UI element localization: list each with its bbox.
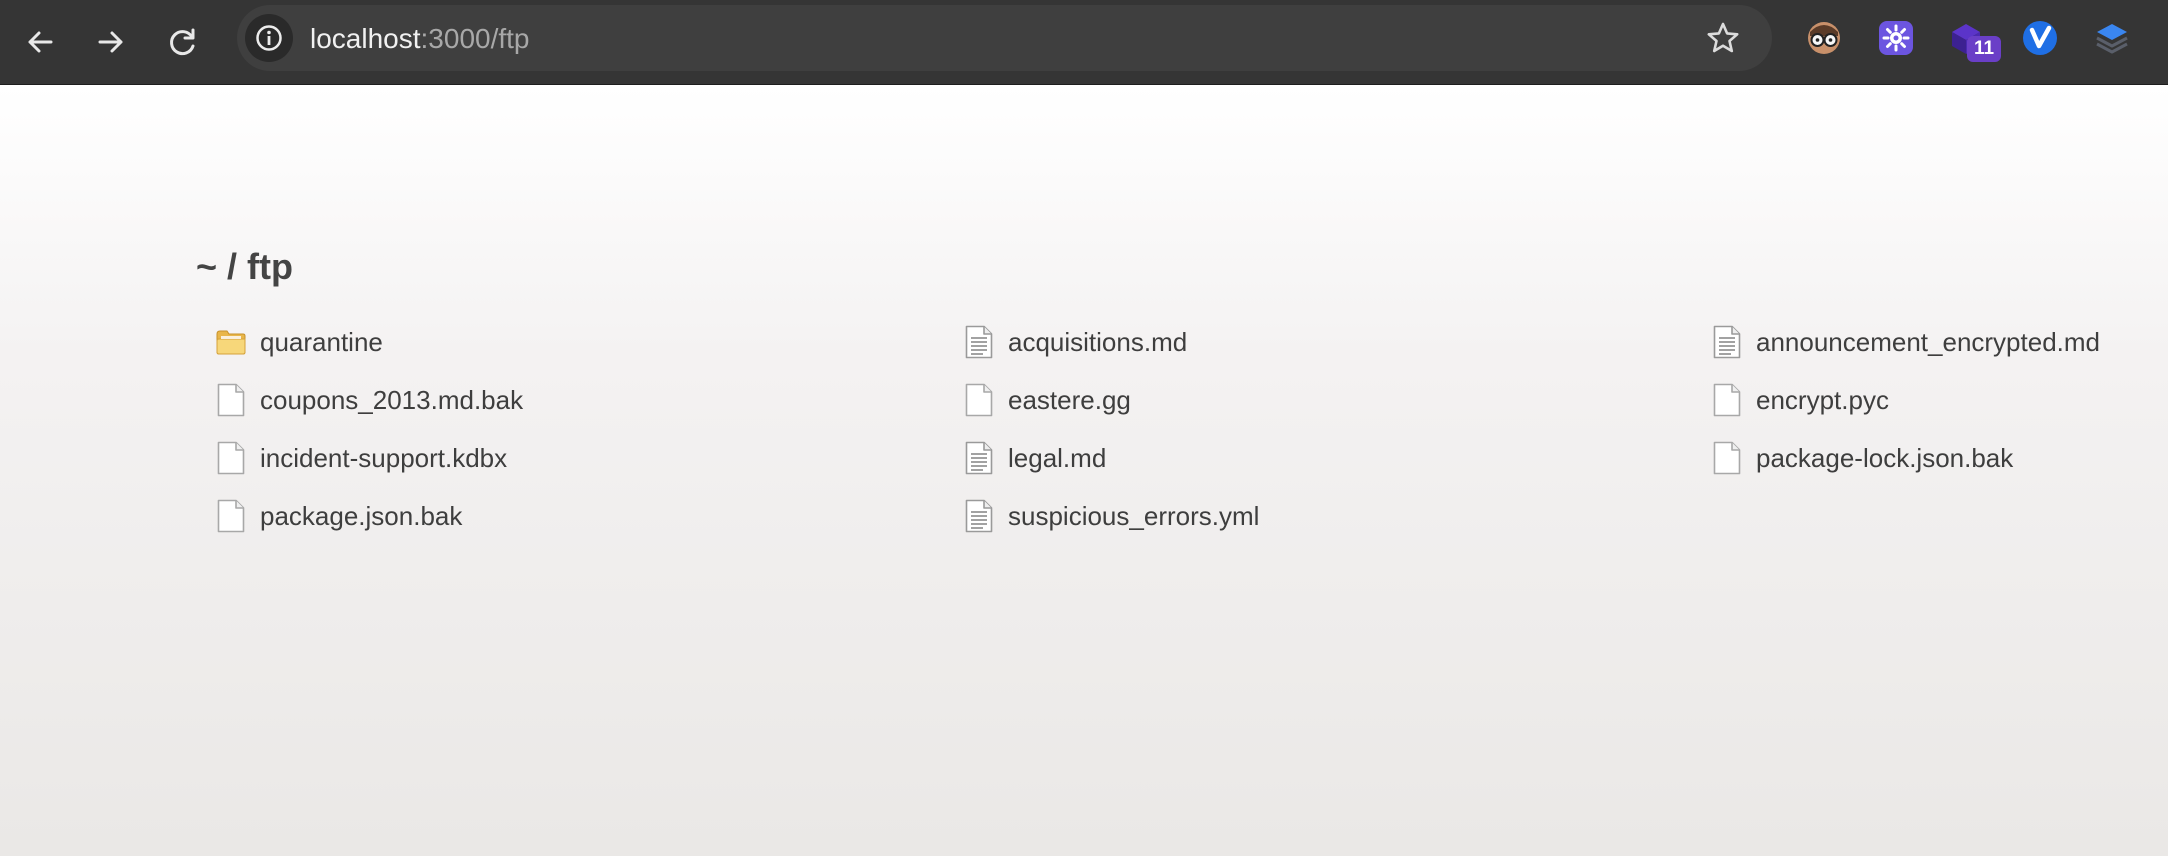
file-name: package.json.bak [260,501,463,531]
file-link[interactable]: coupons_2013.md.bak [216,371,523,429]
file-link[interactable]: legal.md [964,429,1259,487]
bookmark-star-icon[interactable] [1706,21,1740,55]
url-text[interactable]: localhost:3000/ftp [310,23,530,55]
address-bar[interactable]: localhost:3000/ftp [237,5,1772,71]
breadcrumb: ~ / ftp [196,246,293,287]
file-column-1: quarantine coupons_2013.md.bak incident-su… [216,313,523,545]
url-path: :3000/ftp [420,23,530,54]
file-name: coupons_2013.md.bak [260,385,524,415]
text-file-icon [1712,325,1742,359]
v-check-extension-icon[interactable] [2020,18,2060,58]
file-link[interactable]: package.json.bak [216,487,523,545]
info-icon [256,25,282,51]
file-name: package-lock.json.bak [1756,443,2014,473]
file-link[interactable]: announcement_encrypted.md [1712,313,2100,371]
file-column-3: announcement_encrypted.md encrypt.pyc pack… [1712,313,2100,487]
file-name: encrypt.pyc [1756,385,1889,415]
file-column-2: acquisitions.md eastere.gg legal.md suspici… [964,313,1259,545]
back-button[interactable] [14,16,66,68]
file-icon [216,383,246,417]
reload-icon [170,28,195,56]
extension-badge: 11 [1967,36,2001,62]
file-icon [1712,441,1742,475]
reading-glasses-avatar-icon[interactable] [1804,18,1844,58]
file-name: acquisitions.md [1008,327,1188,357]
file-link[interactable]: acquisitions.md [964,313,1259,371]
file-icon [1712,383,1742,417]
file-name: announcement_encrypted.md [1756,327,2101,357]
page-content: ~ / ftp quarantine coupons_2013.md.bakinc… [0,85,2168,856]
file-name: quarantine [260,327,383,357]
arrow-left-icon [28,31,53,53]
text-file-icon [964,441,994,475]
file-icon [964,383,994,417]
text-file-icon [964,499,994,533]
reload-button[interactable] [157,16,209,68]
folder-link[interactable]: quarantine [216,313,523,371]
layers-extension-icon[interactable] [2092,18,2132,58]
file-link[interactable]: encrypt.pyc [1712,371,2100,429]
file-link[interactable]: package-lock.json.bak [1712,429,2100,487]
file-name: legal.md [1008,443,1107,473]
arrow-right-icon [98,31,123,53]
file-name: incident-support.kdbx [260,443,508,473]
file-link[interactable]: incident-support.kdbx [216,429,523,487]
file-link[interactable]: eastere.gg [964,371,1259,429]
site-info-button[interactable] [245,14,293,62]
file-name: suspicious_errors.yml [1008,501,1260,531]
file-link[interactable]: suspicious_errors.yml [964,487,1259,545]
file-name: eastere.gg [1008,385,1131,415]
file-icon [216,499,246,533]
text-file-icon [964,325,994,359]
purple-gear-extension-icon[interactable] [1876,18,1916,58]
file-icon [216,441,246,475]
folder-icon [216,325,246,359]
browser-toolbar: localhost:3000/ftp 11 [0,0,2168,85]
forward-button[interactable] [85,16,137,68]
url-host: localhost [310,23,421,54]
file-listing: quarantine coupons_2013.md.bak incident-su… [216,313,2156,553]
